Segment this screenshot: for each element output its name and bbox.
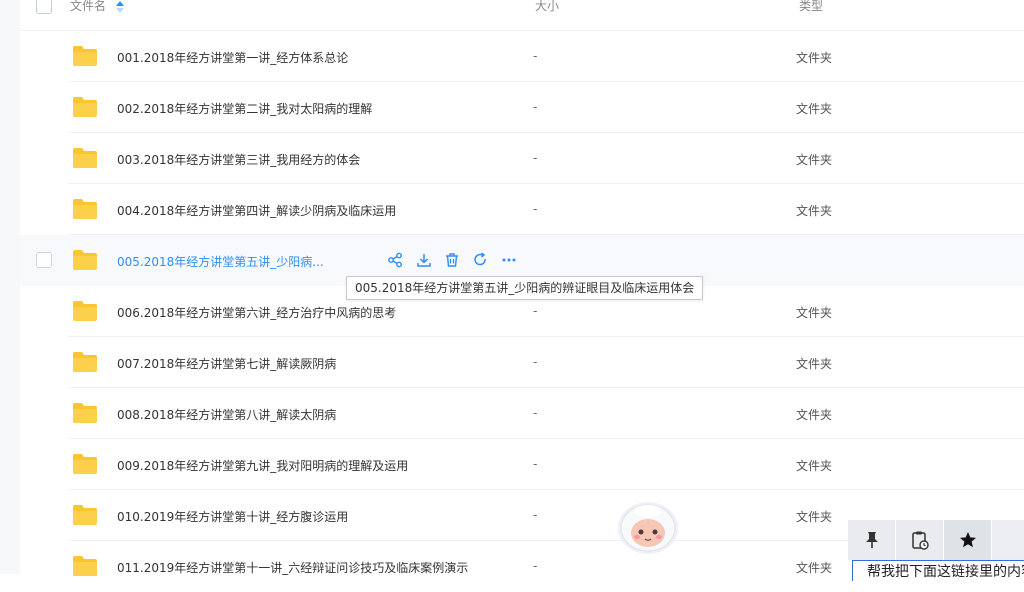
folder-icon xyxy=(73,352,97,372)
file-type: 文件夹 xyxy=(796,561,833,575)
file-row[interactable]: 002.2018年经方讲堂第二讲_我对太阳病的理解 - 文件夹 xyxy=(20,82,1024,133)
file-name[interactable]: 005.2018年经方讲堂第五讲_少阳病... xyxy=(117,253,324,270)
file-name[interactable]: 002.2018年经方讲堂第二讲_我对太阳病的理解 xyxy=(117,100,372,117)
left-sidebar-strip xyxy=(0,0,20,574)
folder-icon xyxy=(73,199,97,219)
file-size: - xyxy=(533,202,538,216)
column-name-header[interactable]: 文件名 xyxy=(70,0,106,12)
assistant-mascot-icon[interactable] xyxy=(612,498,684,558)
folder-icon xyxy=(73,46,97,66)
folder-icon xyxy=(73,403,97,423)
file-row[interactable]: 009.2018年经方讲堂第九讲_我对阳明病的理解及运用 - 文件夹 xyxy=(20,439,1024,490)
file-type: 文件夹 xyxy=(796,510,833,524)
file-type: 文件夹 xyxy=(796,204,833,218)
file-type: 文件夹 xyxy=(796,153,833,167)
file-row[interactable]: 008.2018年经方讲堂第八讲_解读太阴病 - 文件夹 xyxy=(20,388,1024,439)
clipboard-history-button[interactable] xyxy=(896,520,944,560)
file-row[interactable]: 007.2018年经方讲堂第七讲_解读厥阴病 - 文件夹 xyxy=(20,337,1024,388)
clipboard-clock-icon xyxy=(911,531,929,550)
file-type: 文件夹 xyxy=(796,306,833,320)
file-size: - xyxy=(533,355,538,369)
column-size-header[interactable]: 大小 xyxy=(535,0,559,12)
file-type: 文件夹 xyxy=(796,102,833,116)
file-name[interactable]: 009.2018年经方讲堂第九讲_我对阳明病的理解及运用 xyxy=(117,457,408,474)
file-size: - xyxy=(533,151,538,165)
file-type: 文件夹 xyxy=(796,357,833,371)
filename-tooltip: 005.2018年经方讲堂第五讲_少阳病的辨证眼目及临床运用体会 xyxy=(346,276,704,300)
chat-input-field[interactable]: 帮我把下面这链接里的内容 xyxy=(852,560,1024,581)
download-icon[interactable] xyxy=(416,252,432,268)
file-name[interactable]: 001.2018年经方讲堂第一讲_经方体系总论 xyxy=(117,49,348,66)
file-size: - xyxy=(533,559,538,573)
folder-icon xyxy=(73,505,97,525)
pin-button[interactable] xyxy=(848,520,896,560)
toolbar-spacer xyxy=(992,520,1024,560)
file-row[interactable]: 003.2018年经方讲堂第三讲_我用经方的体会 - 文件夹 xyxy=(20,133,1024,184)
file-row[interactable]: 004.2018年经方讲堂第四讲_解读少阴病及临床运用 - 文件夹 xyxy=(20,184,1024,235)
more-icon[interactable] xyxy=(501,252,517,268)
file-row[interactable]: 001.2018年经方讲堂第一讲_经方体系总论 - 文件夹 xyxy=(20,31,1024,82)
folder-icon xyxy=(73,250,97,270)
delete-icon[interactable] xyxy=(444,252,460,268)
file-name[interactable]: 010.2019年经方讲堂第十讲_经方腹诊运用 xyxy=(117,508,348,525)
file-type: 文件夹 xyxy=(796,408,833,422)
file-type: 文件夹 xyxy=(796,51,833,65)
sort-icon[interactable] xyxy=(114,0,126,14)
file-size: - xyxy=(533,100,538,114)
row-checkbox[interactable] xyxy=(36,252,52,268)
file-list-header: 文件名 大小 类型 xyxy=(20,0,1024,31)
file-size: - xyxy=(533,406,538,420)
file-size: - xyxy=(533,49,538,63)
folder-icon xyxy=(73,148,97,168)
file-size: - xyxy=(533,508,538,522)
file-name[interactable]: 004.2018年经方讲堂第四讲_解读少阴病及临床运用 xyxy=(117,202,396,219)
folder-icon xyxy=(73,97,97,117)
share-icon[interactable] xyxy=(387,252,403,268)
file-size: - xyxy=(533,304,538,318)
file-name[interactable]: 011.2019年经方讲堂第十一讲_六经辩证问诊技巧及临床案例演示 xyxy=(117,559,468,576)
file-name[interactable]: 003.2018年经方讲堂第三讲_我用经方的体会 xyxy=(117,151,360,168)
file-name[interactable]: 006.2018年经方讲堂第六讲_经方治疗中风病的思考 xyxy=(117,304,396,321)
pin-icon xyxy=(865,532,878,548)
file-name[interactable]: 008.2018年经方讲堂第八讲_解读太阴病 xyxy=(117,406,336,423)
folder-icon xyxy=(73,301,97,321)
folder-icon xyxy=(73,454,97,474)
select-all-checkbox[interactable] xyxy=(36,0,52,14)
file-type: 文件夹 xyxy=(796,459,833,473)
floating-toolbar xyxy=(848,520,1024,560)
file-name[interactable]: 007.2018年经方讲堂第七讲_解读厥阴病 xyxy=(117,355,336,372)
file-size: - xyxy=(533,457,538,471)
favorite-button[interactable] xyxy=(944,520,992,560)
column-type-header[interactable]: 类型 xyxy=(799,0,823,12)
sync-icon[interactable] xyxy=(472,252,488,268)
star-icon xyxy=(959,532,976,548)
